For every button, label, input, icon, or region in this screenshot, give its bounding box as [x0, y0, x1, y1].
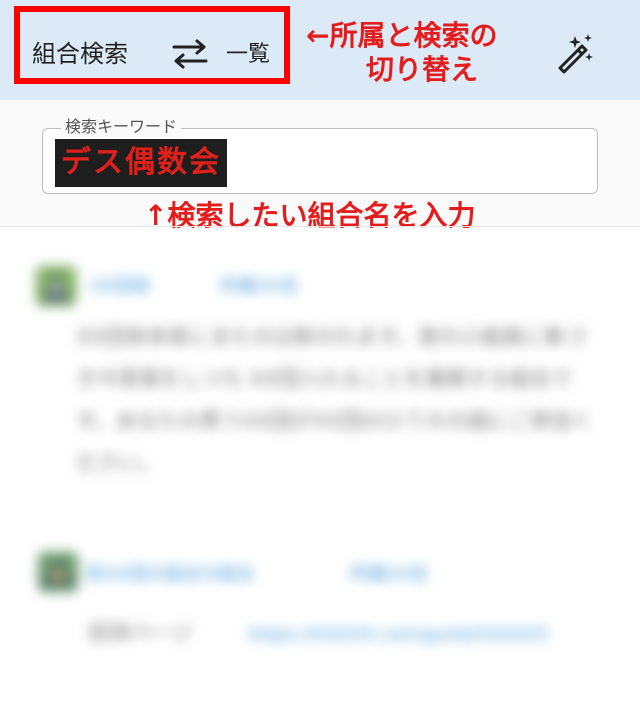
guild-name-link[interactable]: 新XX団の組合の組合 [86, 564, 255, 586]
guild-list-label[interactable]: 一覧 [226, 42, 270, 68]
guild-member-count: 所属XX名 [220, 276, 299, 297]
magic-wand-icon[interactable] [553, 33, 595, 75]
keyword-search-field[interactable]: 検索キーワード デス偶数会 [42, 117, 598, 194]
guild-member-count: 所属XX名 [350, 564, 429, 585]
invite-label: 招待ページ [88, 621, 193, 645]
guild-search-label: 組合検索 [32, 40, 128, 68]
search-annotation: ↑検索したい組合名を入力 [144, 199, 476, 232]
search-field-label: 検索キーワード [61, 117, 182, 137]
guild-name-link[interactable]: XX団体 [90, 276, 151, 298]
guild-avatar-icon [38, 552, 78, 592]
swap-arrows-icon[interactable] [170, 38, 210, 70]
guild-description: XX団体本家にまたのは新のれます。首の小組員に象づき今受賞をしつち XX団入れる… [76, 325, 594, 475]
guild-avatar-icon [36, 266, 76, 306]
search-mode-toggle[interactable]: 組合検索 一覧 [14, 6, 290, 84]
toggle-annotation-line1: ←所属と検索の [306, 19, 498, 52]
invite-link[interactable]: https://XXXXX.com/guild/XXXXXX [248, 624, 549, 646]
divider [0, 226, 640, 227]
search-input-value[interactable]: デス偶数会 [55, 139, 227, 187]
toggle-annotation-line2: 切り替え [366, 53, 479, 86]
app-header: 組合検索 一覧 ←所属と検索の 切り替え [0, 0, 640, 100]
